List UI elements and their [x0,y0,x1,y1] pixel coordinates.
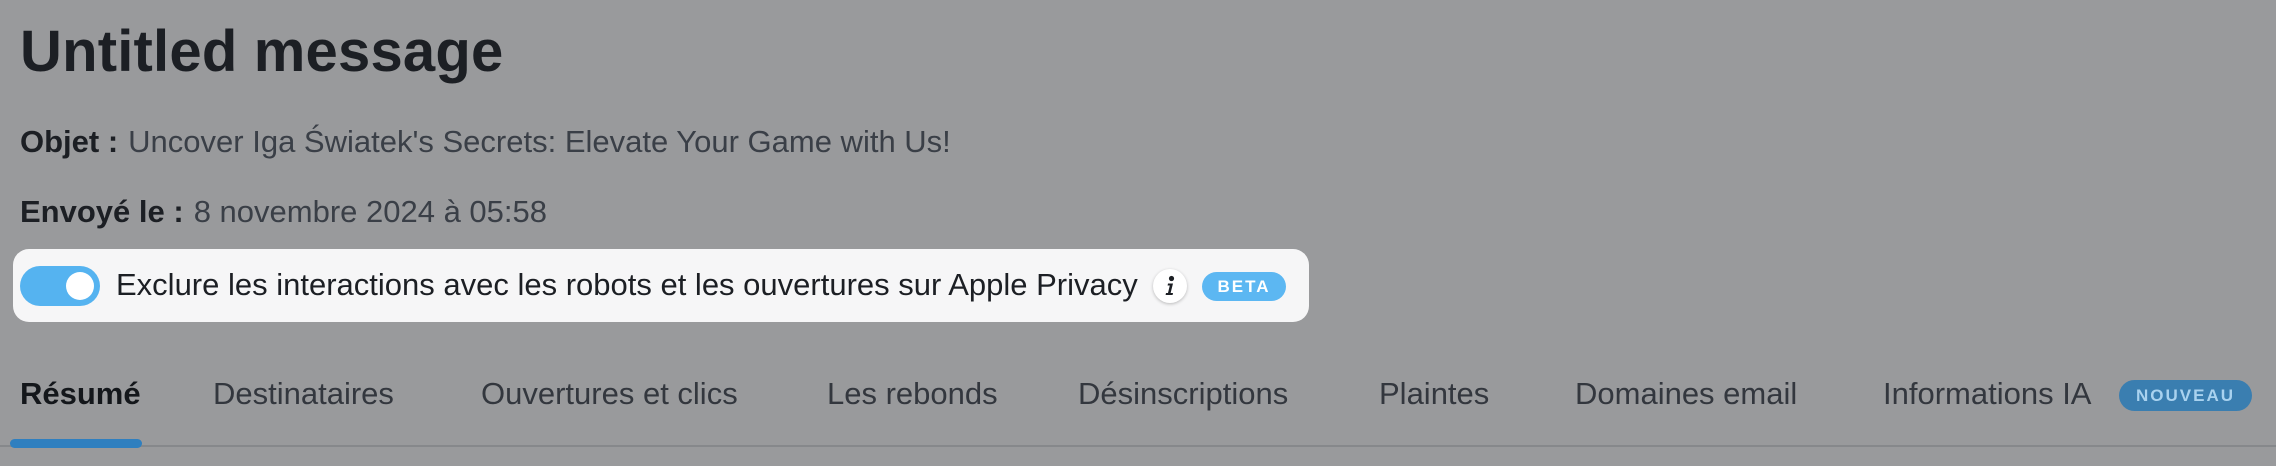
info-icon[interactable] [1153,269,1187,303]
subject-label: Objet : [20,124,119,159]
beta-badge: BETA [1202,272,1286,301]
bot-privacy-toggle[interactable] [20,266,100,306]
sent-date-label: Envoyé le : [20,194,184,229]
tab-domaines-email[interactable]: Domaines email [1575,376,1797,412]
tab-plaintes[interactable]: Plaintes [1379,376,1489,412]
tab-informations-ia[interactable]: Informations IA [1883,376,2091,412]
subject-row: Objet : Uncover Iga Światek's Secrets: El… [20,124,951,160]
bot-privacy-toggle-label: Exclure les interactions avec les robots… [116,267,1138,302]
tab-destinataires[interactable]: Destinataires [213,376,394,412]
bot-privacy-filter-panel: Exclure les interactions avec les robots… [13,249,1309,322]
active-tab-indicator [10,439,142,448]
report-tabs: Résumé Destinataires Ouvertures et clics… [0,360,2276,448]
tabs-divider [0,445,2276,447]
tab-les-rebonds[interactable]: Les rebonds [827,376,998,412]
page-title: Untitled message [20,19,504,84]
nouveau-badge: NOUVEAU [2119,380,2252,411]
toggle-knob [66,272,94,300]
sent-date-value: 8 novembre 2024 à 05:58 [193,194,548,229]
tab-desinscriptions[interactable]: Désinscriptions [1078,376,1288,412]
tab-ouvertures-et-clics[interactable]: Ouvertures et clics [481,376,738,412]
subject-value: Uncover Iga Światek's Secrets: Elevate Y… [128,124,951,159]
tab-resume[interactable]: Résumé [20,376,141,412]
sent-date-row: Envoyé le : 8 novembre 2024 à 05:58 [20,194,547,230]
